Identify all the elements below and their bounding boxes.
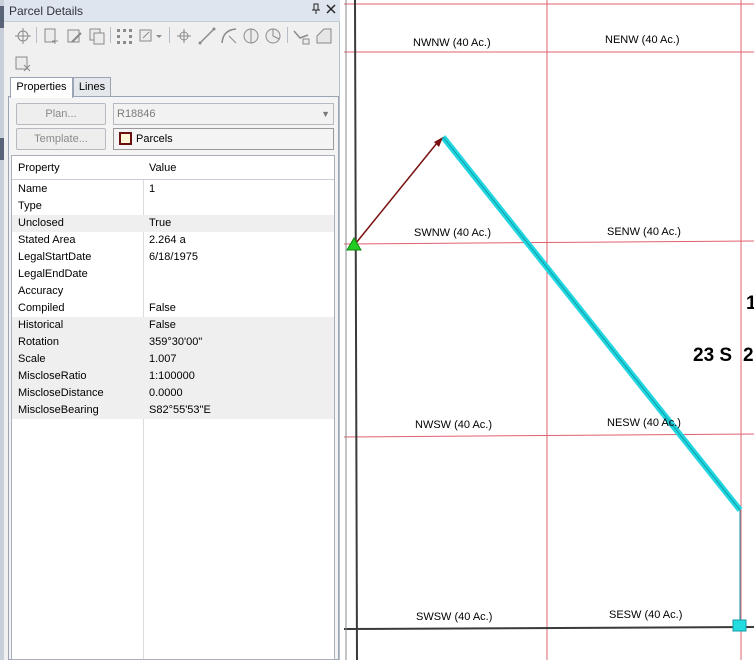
- row-key: Historical: [18, 319, 64, 331]
- point-icon[interactable]: [174, 26, 194, 46]
- new-parcel-icon[interactable]: [41, 26, 61, 46]
- pin-icon[interactable]: [309, 3, 323, 17]
- grid-lines: [344, 0, 754, 660]
- row-value: S82°55'53"E: [149, 404, 211, 416]
- grid-row-unclosed[interactable]: Unclosed True: [12, 215, 334, 232]
- row-key: MiscloseBearing: [18, 404, 99, 416]
- label-swnw: SWNW (40 Ac.): [414, 227, 492, 239]
- layer-field[interactable]: Parcels: [113, 128, 334, 150]
- label-nenw: NENW (40 Ac.): [605, 34, 680, 46]
- chevron-down-icon: ▼: [321, 109, 330, 119]
- grid-row-accuracy[interactable]: Accuracy: [12, 283, 334, 300]
- row-key: MiscloseRatio: [18, 370, 87, 382]
- panel-tabs: Properties Lines: [8, 77, 338, 98]
- grid-row-compiled[interactable]: Compiled False: [12, 300, 334, 317]
- row-key: Rotation: [18, 336, 59, 348]
- row-key: Stated Area: [18, 234, 76, 246]
- grid-icon[interactable]: [114, 26, 134, 46]
- header-value: Value: [149, 162, 177, 174]
- tab-properties[interactable]: Properties: [10, 77, 73, 98]
- tab-lines[interactable]: Lines: [73, 77, 111, 96]
- section-lines: [344, 0, 754, 660]
- parcel-details-panel: Parcel Details Properties Lines Plan... …: [4, 0, 340, 660]
- row-value: 1.007: [149, 353, 177, 365]
- row-key: Name: [18, 183, 48, 195]
- grid-row-misclose-bearing[interactable]: MiscloseBearing S82°55'53"E: [12, 402, 334, 419]
- clear-icon[interactable]: [13, 53, 33, 73]
- template-button[interactable]: Template...: [16, 128, 106, 150]
- grid-row-legal-start-date[interactable]: LegalStartDate 6/18/1975: [12, 249, 334, 266]
- copy-parcel-icon[interactable]: [87, 26, 107, 46]
- row-key: Unclosed: [18, 217, 64, 229]
- label-nwsw: NWSW (40 Ac.): [415, 419, 493, 431]
- label-nesw: NESW (40 Ac.): [607, 417, 681, 429]
- row-key: MiscloseDistance: [18, 387, 104, 399]
- grid-row-legal-end-date[interactable]: LegalEndDate: [12, 266, 334, 283]
- closure-icon[interactable]: [263, 26, 283, 46]
- grid-row-name[interactable]: Name 1: [12, 181, 334, 198]
- plan-button[interactable]: Plan...: [16, 103, 106, 125]
- header-property: Property: [18, 162, 60, 174]
- property-grid: Property Value Name 1 Type Unclosed True S…: [11, 155, 335, 660]
- map-view[interactable]: NWNW (40 Ac.) NENW (40 Ac.) SWNW (40 Ac.…: [344, 0, 754, 660]
- label-sesw: SESW (40 Ac.): [609, 609, 683, 621]
- row-value: 359°30'00": [149, 336, 203, 348]
- end-point-icon[interactable]: [732, 619, 747, 632]
- grid-header: Property Value: [12, 156, 334, 180]
- grid-row-scale[interactable]: Scale 1.007: [12, 351, 334, 368]
- row-value: False: [149, 319, 176, 331]
- tab-label: Lines: [78, 81, 106, 93]
- map-canvas[interactable]: [344, 0, 754, 660]
- select-point-icon[interactable]: [13, 26, 33, 46]
- row-value: False: [149, 302, 176, 314]
- row-value: 6/18/1975: [149, 251, 198, 263]
- close-icon[interactable]: [324, 3, 338, 17]
- area-icon[interactable]: [314, 26, 334, 46]
- row-key: LegalEndDate: [18, 268, 88, 280]
- grid-row-rotation[interactable]: Rotation 359°30'00": [12, 334, 334, 351]
- row-key: LegalStartDate: [18, 251, 92, 263]
- grid-row-historical[interactable]: Historical False: [12, 317, 334, 334]
- panel-title: Parcel Details: [9, 4, 84, 18]
- label-swsw: SWSW (40 Ac.): [416, 611, 493, 623]
- row-key: Compiled: [18, 302, 65, 314]
- construction-dropdown-icon[interactable]: [137, 26, 165, 46]
- tab-label: Properties: [16, 81, 67, 93]
- plan-select-value: R18846: [117, 108, 156, 120]
- row-value: 1:100000: [149, 370, 195, 382]
- label-senw: SENW (40 Ac.): [607, 226, 681, 238]
- range-label: 2: [743, 345, 754, 366]
- grid-row-type[interactable]: Type: [12, 198, 334, 215]
- layer-swatch: [119, 132, 132, 145]
- traverse-icon[interactable]: [291, 26, 311, 46]
- secondary-toolbar: [8, 51, 68, 73]
- row-value: True: [149, 217, 172, 229]
- layer-name: Parcels: [136, 133, 173, 145]
- row-value: 1: [149, 183, 156, 195]
- grid-row-stated-area[interactable]: Stated Area 2.264 a: [12, 232, 334, 249]
- line-icon[interactable]: [197, 26, 217, 46]
- edit-parcel-icon[interactable]: [64, 26, 84, 46]
- row-key: Type: [18, 200, 42, 212]
- row-value: 0.0000: [149, 387, 183, 399]
- grid-row-misclose-ratio[interactable]: MiscloseRatio 1:100000: [12, 368, 334, 385]
- township-label: 23 S: [693, 345, 733, 366]
- row-key: Scale: [18, 353, 46, 365]
- row-value: 2.264 a: [149, 234, 186, 246]
- parcel-toolbar: [8, 24, 338, 48]
- curve-icon[interactable]: [219, 26, 239, 46]
- label-nwnw: NWNW (40 Ac.): [413, 37, 491, 49]
- grid-row-misclose-distance[interactable]: MiscloseDistance 0.0000: [12, 385, 334, 402]
- row-key: Accuracy: [18, 285, 64, 297]
- panel-titlebar[interactable]: Parcel Details: [4, 0, 340, 22]
- circle-icon[interactable]: [241, 26, 261, 46]
- section-label: 1: [746, 293, 754, 314]
- plan-select[interactable]: R18846 ▼: [113, 103, 334, 125]
- parcel-line: [440, 135, 743, 625]
